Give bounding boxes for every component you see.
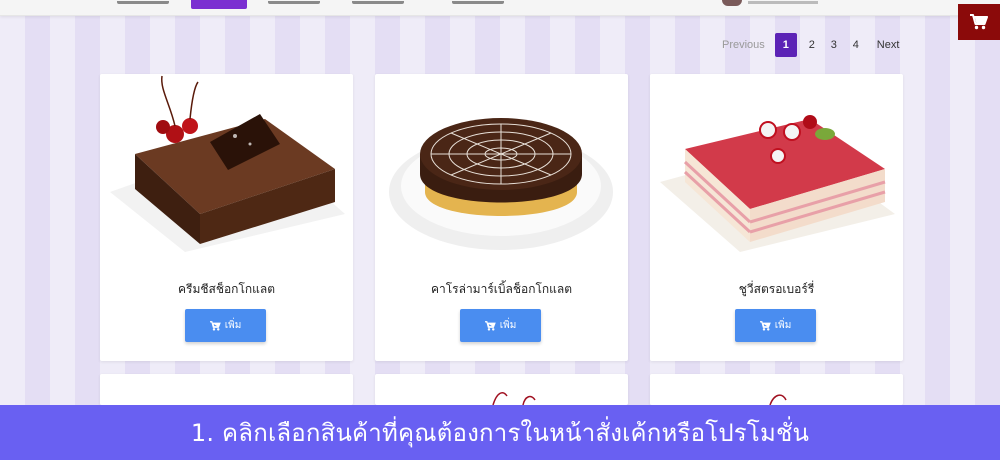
nav-item-5[interactable] (452, 1, 504, 4)
product-card: ครีมชีสช็อกโกแลต เพิ่ม (100, 74, 353, 361)
pagination: Previous 1 2 3 4 Next (718, 33, 905, 57)
product-card[interactable] (375, 374, 628, 405)
cart-icon (759, 320, 771, 331)
pagination-page-3[interactable]: 3 (823, 33, 845, 57)
cart-button[interactable] (958, 4, 1000, 40)
instruction-banner: 1. คลิกเลือกสินค้าที่คุณต้องการในหน้าสั่… (0, 405, 1000, 460)
pagination-previous[interactable]: Previous (718, 33, 771, 57)
add-to-cart-button[interactable]: เพิ่ม (460, 309, 541, 342)
cart-icon (484, 320, 496, 331)
pagination-page-2[interactable]: 2 (801, 33, 823, 57)
product-image (769, 394, 787, 405)
cart-icon (209, 320, 221, 331)
product-card[interactable] (650, 374, 903, 405)
nav-item-home[interactable] (117, 1, 169, 4)
nav-item-3[interactable] (268, 1, 320, 4)
product-card: ชูวี่สตรอเบอร์รี่ เพิ่ม (650, 74, 903, 361)
pagination-page-1[interactable]: 1 (774, 33, 797, 57)
product-card: คาโรล่ามาร์เบิ้ลช็อกโกแลต เพิ่ม (375, 74, 628, 361)
add-to-cart-button[interactable]: เพิ่ม (735, 309, 816, 342)
product-image (492, 392, 536, 405)
user-menu[interactable] (748, 1, 818, 4)
product-image[interactable] (650, 74, 903, 264)
product-card[interactable] (100, 374, 353, 405)
add-button-label: เพิ่ม (499, 320, 517, 331)
product-name: คาโรล่ามาร์เบิ้ลช็อกโกแลต (430, 282, 573, 296)
avatar[interactable] (722, 0, 742, 6)
add-button-label: เพิ่ม (224, 320, 242, 331)
product-name: ครีมชีสช็อกโกแลต (177, 282, 276, 296)
product-name: ชูวี่สตรอเบอร์รี่ (738, 282, 815, 296)
product-image[interactable] (375, 74, 628, 264)
top-nav-bar (0, 0, 1000, 16)
nav-item-4[interactable] (352, 1, 404, 4)
add-button-label: เพิ่ม (774, 320, 792, 331)
nav-item-active[interactable] (191, 0, 247, 9)
add-to-cart-button[interactable]: เพิ่ม (185, 309, 266, 342)
pagination-next[interactable]: Next (867, 33, 906, 57)
pagination-page-4[interactable]: 4 (845, 33, 867, 57)
product-image[interactable] (100, 74, 353, 264)
cart-icon (970, 14, 988, 30)
